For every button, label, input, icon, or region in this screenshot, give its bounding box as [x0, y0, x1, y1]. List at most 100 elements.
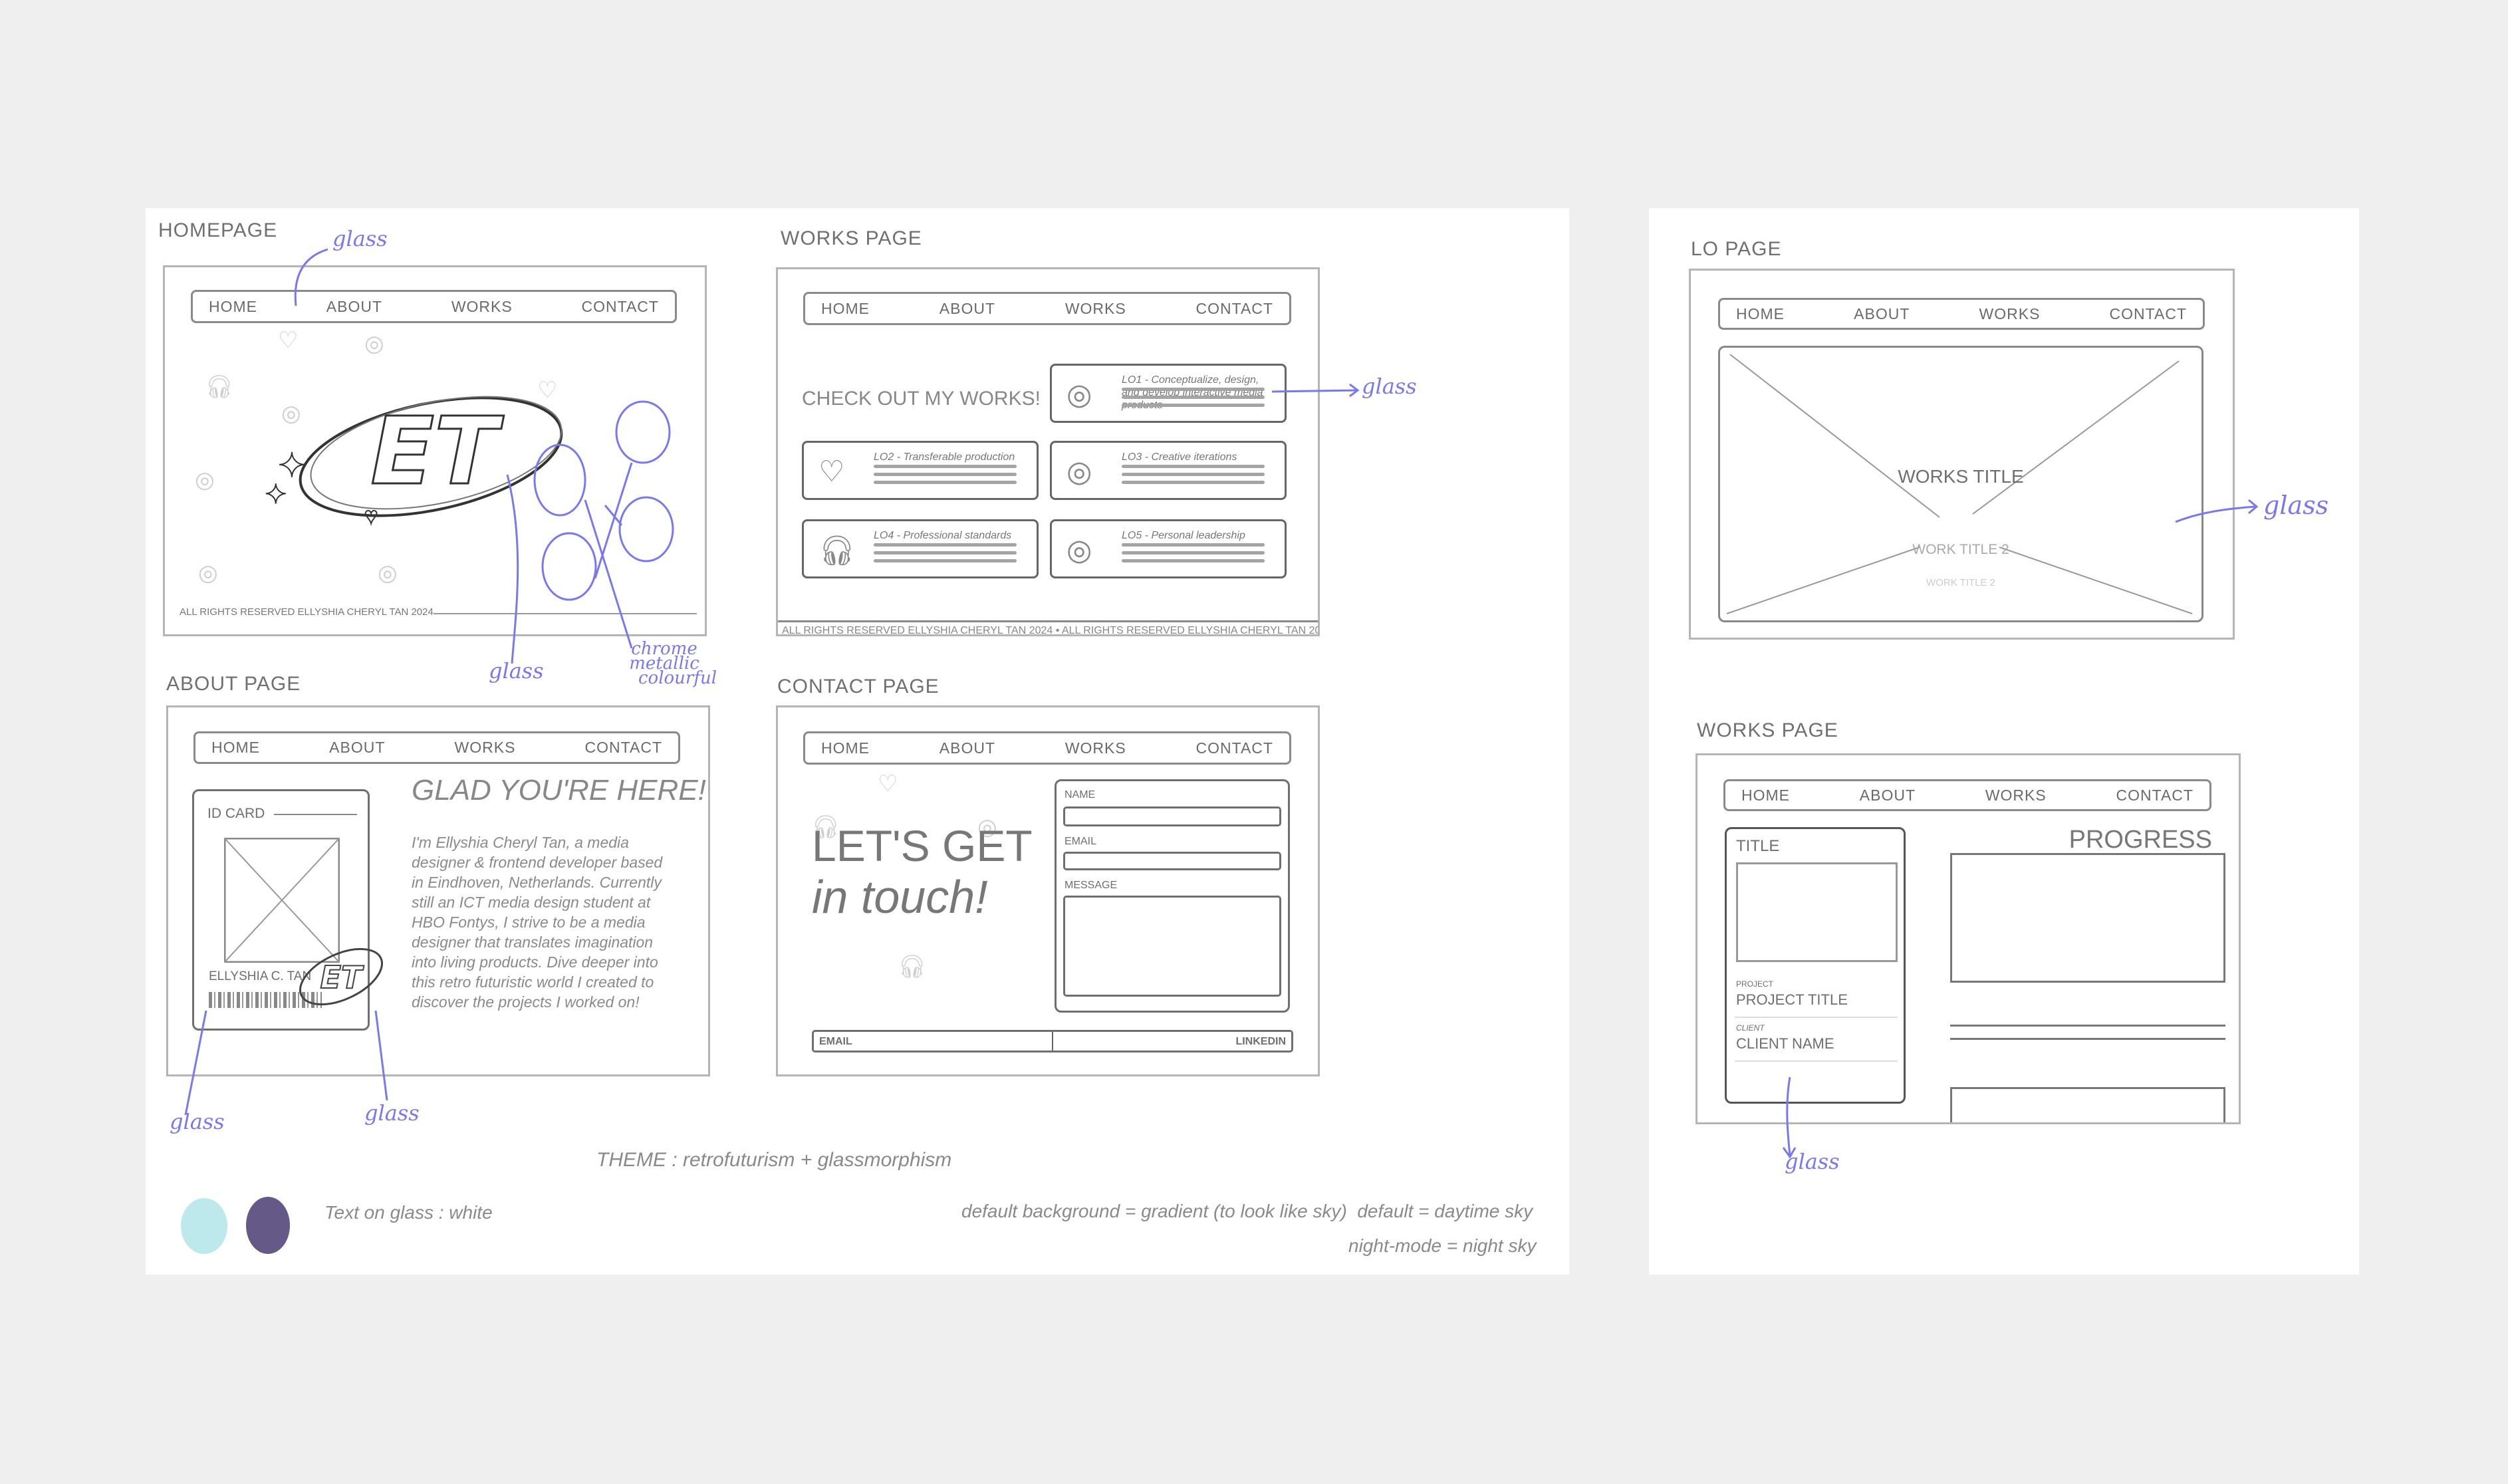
sparkle-icon: ✦ [278, 447, 306, 484]
lo-card-4[interactable]: 🎧︎ LO4 - Professional standards [802, 519, 1039, 578]
nav-contact[interactable]: Contact [1196, 739, 1273, 757]
annotation-glass-detail: glass [1785, 1149, 1840, 1174]
heart-icon: ♥ [364, 503, 378, 529]
divider [1735, 1017, 1898, 1018]
work-title-2: WORK TITLE 2 [1912, 542, 2009, 557]
et-logo-small: ET [299, 947, 384, 1006]
nav-home[interactable]: Home [1741, 787, 1790, 804]
works-page-label: Works page [781, 227, 922, 249]
works-detail-nav: Home About Works Contact [1723, 779, 2211, 811]
contact-heading-line1: LET'S GET [812, 821, 1033, 870]
annotation-glass-works: glass [1362, 374, 1417, 399]
name-input[interactable] [1063, 806, 1281, 826]
work-title-2-faint: WORK TITLE 2 [1926, 577, 1995, 588]
nav-about[interactable]: About [329, 739, 385, 757]
nav-works[interactable]: Works [1979, 305, 2041, 323]
id-card-label: ID CARD [207, 806, 265, 821]
theme-title: THEME : retrofuturism + glassmorphism [596, 1149, 952, 1171]
linkedin-link[interactable]: LINKEDIN [1053, 1032, 1291, 1051]
email-label: EMAIL [1065, 836, 1097, 847]
progress-image [1950, 853, 2225, 983]
nav-contact[interactable]: Contact [585, 739, 662, 757]
project-label: Project [1736, 979, 1774, 989]
nav-home[interactable]: Home [211, 739, 260, 757]
nav-about[interactable]: About [940, 739, 995, 757]
nav-works[interactable]: Works [1985, 787, 2047, 804]
about-page-frame: Home About Works Contact ID CARD ELLYSHIA C… [166, 705, 710, 1076]
nav-home[interactable]: Home [209, 298, 257, 316]
email-link[interactable]: EMAIL [814, 1032, 1053, 1051]
swatch-cyan [181, 1198, 227, 1254]
works-nav: Home About Works Contact [803, 292, 1291, 325]
project-info-card: TITLE Project PROJECT TITLE Client CLIEN… [1725, 827, 1906, 1104]
about-page-label: About page [166, 673, 301, 695]
sparkle-icon: ✦ [265, 480, 287, 509]
lo-card-3[interactable]: ◎ LO3 - Creative iterations [1050, 441, 1287, 500]
nav-about[interactable]: About [1854, 305, 1910, 323]
headphones-icon: 🎧︎ [205, 374, 234, 400]
contact-nav: Home About Works Contact [803, 731, 1291, 765]
planet-icon: ◎ [198, 560, 218, 586]
message-label: MESSAGE [1065, 880, 1118, 891]
nav-contact[interactable]: Contact [582, 298, 659, 316]
nav-contact[interactable]: Contact [2116, 787, 2194, 804]
heart-arrow-icon: ♡ [818, 455, 845, 488]
annotation-chrome: chrome metallic colourful [612, 640, 717, 688]
works-detail-label: Works page [1697, 719, 1838, 741]
lo-card-1[interactable]: ◎ LO1 - Conceptualize, design, and devel… [1050, 364, 1287, 423]
nav-about[interactable]: About [940, 300, 995, 318]
text-placeholder [874, 539, 1017, 567]
card-title: TITLE [1736, 837, 1780, 855]
text-placeholder [1122, 383, 1265, 412]
nav-contact[interactable]: Contact [1196, 300, 1273, 318]
text-line [1950, 1025, 2225, 1027]
footer-rule [434, 613, 697, 614]
headphones-icon: 🎧︎ [898, 954, 927, 979]
nav-contact[interactable]: Contact [2110, 305, 2187, 323]
annotation-glass-idlogo: glass [364, 1100, 420, 1126]
nav-home[interactable]: Home [821, 300, 870, 318]
headphones-icon: 🎧︎ [818, 535, 856, 567]
nav-about[interactable]: About [326, 298, 382, 316]
project-title: PROJECT TITLE [1736, 991, 1848, 1008]
homepage-frame: 🎧︎ ♡ ◎ ◎ ◎ ◎ ◎ ♡ Home About Works Contact E… [163, 265, 707, 636]
night-mode-note: night-mode = night sky [1348, 1235, 1537, 1256]
homepage-nav: Home About Works Contact [191, 290, 677, 323]
text-line [1950, 1038, 2225, 1040]
contact-heading-line2: in touch! [812, 871, 988, 923]
planet-icon: ◎ [364, 331, 384, 356]
email-input[interactable] [1063, 852, 1281, 870]
planet-heart-icon: ◎ [1066, 534, 1092, 566]
lo-hero-glass: WORKS TITLE WORK TITLE 2 WORK TITLE 2 [1718, 346, 2203, 622]
project-image [1736, 862, 1898, 962]
svg-text:ET: ET [320, 959, 364, 995]
message-textarea[interactable] [1063, 896, 1281, 997]
client-label: Client [1736, 1023, 1765, 1033]
nav-works[interactable]: Works [1065, 739, 1126, 757]
works-footer-text: All rights reserved Ellyshia Cheryl Tan … [782, 625, 1320, 636]
nav-about[interactable]: About [1860, 787, 1916, 804]
lo-card-5[interactable]: ◎ LO5 - Personal leadership [1050, 519, 1287, 578]
about-body: I'm Ellyshia Cheryl Tan, a media designe… [412, 834, 663, 1011]
text-placeholder [1122, 539, 1265, 567]
nav-works[interactable]: Works [451, 298, 513, 316]
client-name: CLIENT NAME [1736, 1035, 1834, 1052]
works-heading: CHECK OUT MY WORKS! [802, 388, 1041, 410]
homepage-label: Homepage [158, 219, 278, 241]
nav-works[interactable]: Works [455, 739, 516, 757]
planet-icon: ◎ [195, 467, 215, 493]
nav-works[interactable]: Works [1065, 300, 1126, 318]
nav-home[interactable]: Home [1736, 305, 1785, 323]
background-note: default background = gradient (to look l… [961, 1201, 1533, 1221]
works-title: WORKS TITLE [1898, 466, 2024, 487]
lo-page-label: LO page [1691, 238, 1782, 260]
lo-page-frame: Home About Works Contact WORKS TITLE WORK T… [1689, 269, 2235, 640]
heart-arrow-icon: ♡ [878, 771, 898, 797]
annotation-glass-lo: glass [2263, 491, 2329, 520]
contact-form: NAME EMAIL MESSAGE [1055, 779, 1290, 1013]
nav-home[interactable]: Home [821, 739, 870, 757]
lo-card-2[interactable]: ♡ LO2 - Transferable production [802, 441, 1039, 500]
annotation-chrome-3: colourful [638, 668, 717, 688]
planet-heart-icon: ◎ [1066, 378, 1092, 411]
progress-heading: PROGRESS [2069, 826, 2212, 854]
